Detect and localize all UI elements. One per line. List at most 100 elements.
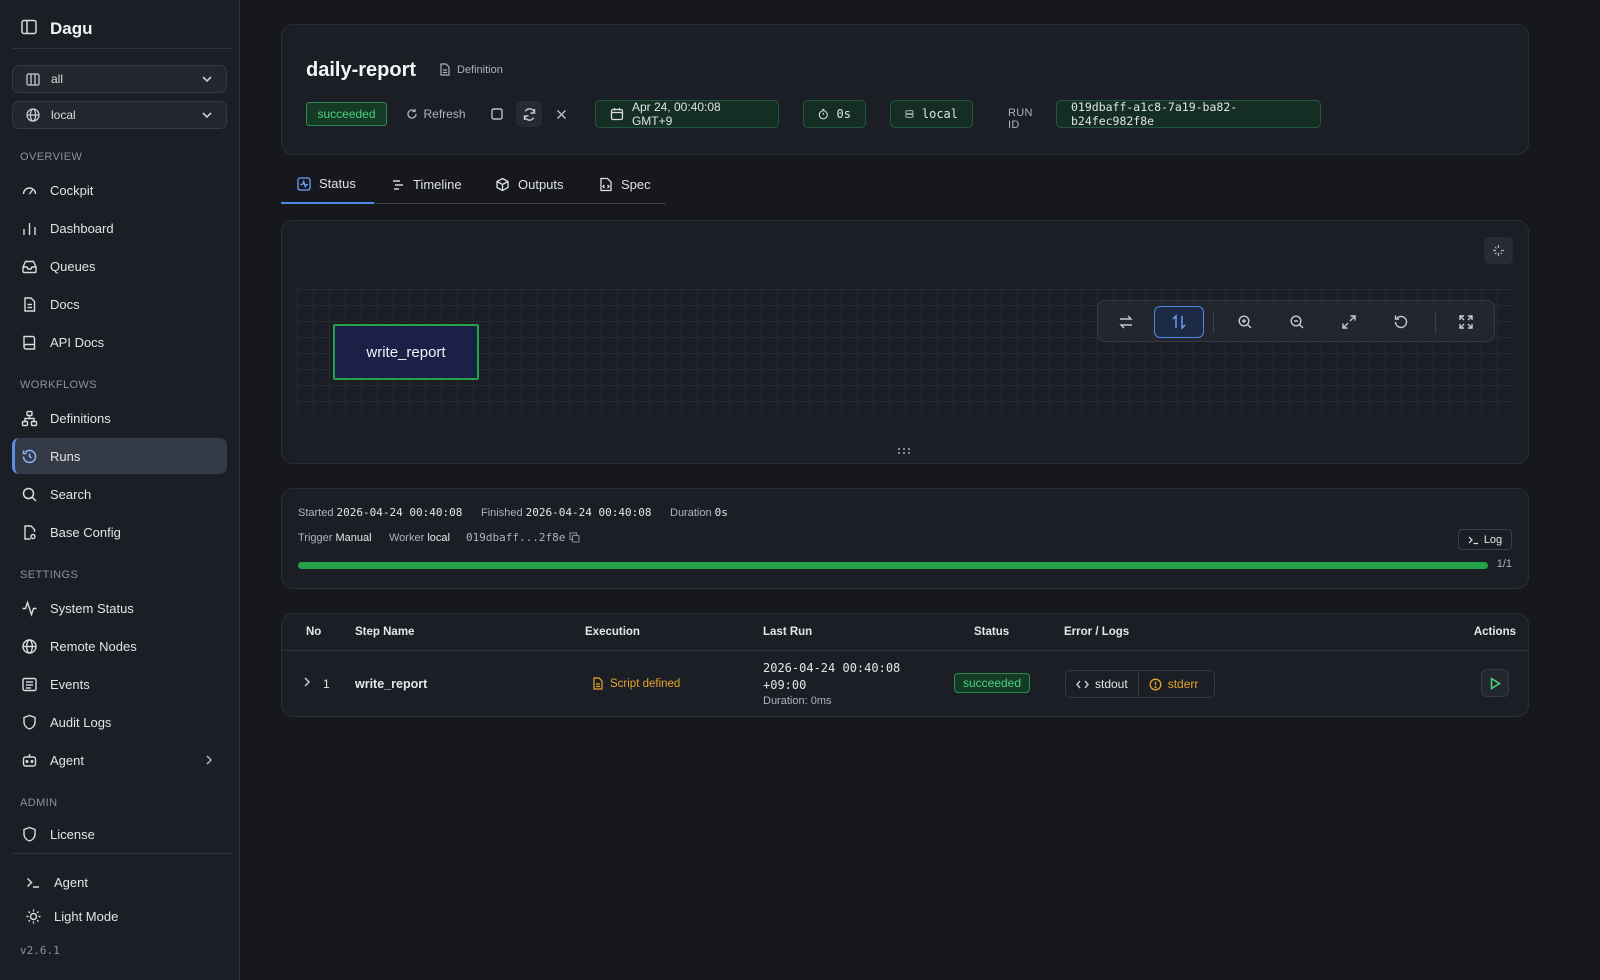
fullscreen-button[interactable] bbox=[1441, 306, 1491, 338]
progress-fill bbox=[298, 562, 1488, 569]
graph-node-write-report[interactable]: write_report bbox=[333, 324, 479, 380]
column-header: Step Name bbox=[355, 626, 415, 638]
footer-agent-button[interactable]: Agent bbox=[16, 864, 231, 900]
workspace-selector[interactable]: all bbox=[12, 65, 227, 93]
nav-item-base-config[interactable]: Base Config bbox=[12, 514, 227, 550]
package-icon bbox=[496, 177, 509, 192]
stdout-label: stdout bbox=[1095, 677, 1128, 691]
refresh-button[interactable]: Refresh bbox=[406, 100, 466, 128]
nav-label: Queues bbox=[50, 258, 96, 274]
stdout-button[interactable]: stdout bbox=[1066, 671, 1138, 697]
step-status-badge: succeeded bbox=[954, 673, 1030, 693]
last-run-line1: 2026-04-24 00:40:08 bbox=[763, 661, 901, 675]
copy-icon[interactable] bbox=[569, 532, 580, 543]
nav-item-events[interactable]: Events bbox=[12, 666, 227, 702]
terminal-icon bbox=[24, 873, 42, 891]
footer-agent-label: Agent bbox=[54, 874, 88, 890]
nav-item-agent[interactable]: Agent bbox=[12, 742, 227, 778]
nav-label: Dashboard bbox=[50, 220, 114, 236]
reset-view-button[interactable] bbox=[1376, 306, 1426, 338]
nav-item-search[interactable]: Search bbox=[12, 476, 227, 512]
progress-bar bbox=[298, 562, 1488, 569]
log-button[interactable]: Log bbox=[1458, 529, 1512, 550]
divider bbox=[12, 853, 232, 854]
execution-tag: Script defined bbox=[592, 677, 680, 690]
zoom-out-button[interactable] bbox=[1272, 306, 1322, 338]
toolbar-divider bbox=[1435, 311, 1436, 333]
run-step-button[interactable] bbox=[1481, 669, 1509, 697]
list-icon bbox=[20, 675, 38, 693]
chevron-right-icon bbox=[206, 755, 213, 765]
tab-label: Timeline bbox=[413, 177, 462, 192]
timeline-icon bbox=[393, 179, 403, 190]
run-tabs: Status Timeline Outputs Spec bbox=[281, 165, 666, 204]
tab-status[interactable]: Status bbox=[281, 165, 374, 204]
tab-spec[interactable]: Spec bbox=[599, 165, 651, 204]
step-duration-value: 0ms bbox=[810, 695, 832, 707]
stderr-button[interactable]: stderr bbox=[1137, 671, 1209, 697]
stop-button[interactable] bbox=[484, 101, 510, 127]
building-icon bbox=[26, 73, 40, 86]
nav-item-dashboard[interactable]: Dashboard bbox=[12, 210, 227, 246]
retry-button[interactable] bbox=[516, 101, 542, 127]
section-label-admin: ADMIN bbox=[20, 797, 58, 809]
square-icon bbox=[491, 108, 503, 120]
nav-item-remote-nodes[interactable]: Remote Nodes bbox=[12, 628, 227, 664]
horizontal-layout-button[interactable] bbox=[1101, 306, 1151, 338]
nav-item-api-docs[interactable]: API Docs bbox=[12, 324, 227, 360]
started-chip-value: Apr 24, 00:40:08 GMT+9 bbox=[631, 100, 721, 128]
expand-row-icon[interactable] bbox=[302, 676, 312, 691]
nav-label: Runs bbox=[50, 448, 81, 464]
theme-toggle-button[interactable]: Light Mode bbox=[16, 898, 231, 934]
expand-icon bbox=[1342, 315, 1356, 329]
column-header: Error / Logs bbox=[1064, 626, 1130, 638]
tab-label: Status bbox=[319, 176, 356, 191]
nav-item-docs[interactable]: Docs bbox=[12, 286, 227, 322]
steps-table: No Step Name Execution Last Run Status E… bbox=[281, 613, 1529, 717]
zoom-in-button[interactable] bbox=[1220, 306, 1270, 338]
sidebar-toggle-icon[interactable] bbox=[20, 18, 38, 39]
finished-label: Finished bbox=[481, 507, 523, 519]
run-id-value[interactable]: 019dbaff-a1c8-7a19-ba82-b24fec982f8e bbox=[1056, 100, 1321, 128]
definition-link[interactable]: Definition bbox=[439, 63, 503, 76]
nav-item-system-status[interactable]: System Status bbox=[12, 590, 227, 626]
timer-icon bbox=[818, 109, 828, 120]
nav-item-definitions[interactable]: Definitions bbox=[12, 400, 227, 436]
execution-label: Script defined bbox=[610, 677, 681, 690]
cancel-button[interactable] bbox=[548, 101, 574, 127]
search-icon bbox=[20, 485, 38, 503]
column-header: No bbox=[306, 626, 322, 638]
nav-item-cockpit[interactable]: Cockpit bbox=[12, 172, 227, 208]
bot-icon bbox=[20, 751, 38, 769]
nav-label: License bbox=[50, 826, 95, 842]
auto-layout-button[interactable] bbox=[1484, 237, 1513, 264]
zoom-in-icon bbox=[1238, 315, 1252, 329]
sparkle-icon bbox=[1493, 245, 1504, 256]
graph-toolbar bbox=[1097, 300, 1495, 342]
step-name: write_report bbox=[355, 677, 428, 691]
nav-label: System Status bbox=[50, 600, 134, 616]
node-selector[interactable]: local bbox=[12, 101, 227, 129]
status-badge: succeeded bbox=[306, 102, 387, 126]
nav-item-queues[interactable]: Queues bbox=[12, 248, 227, 284]
resize-handle-icon[interactable] bbox=[897, 443, 911, 458]
nav-item-license[interactable]: License bbox=[12, 816, 227, 852]
maximize-icon bbox=[1459, 315, 1473, 329]
fit-view-button[interactable] bbox=[1324, 306, 1374, 338]
tab-timeline[interactable]: Timeline bbox=[391, 165, 462, 204]
tab-outputs[interactable]: Outputs bbox=[495, 165, 564, 204]
nav-item-runs[interactable]: Runs bbox=[12, 438, 227, 474]
activity-icon bbox=[20, 599, 38, 617]
alert-circle-icon bbox=[1149, 678, 1162, 690]
started-field: Started 2026-04-24 00:40:08 bbox=[298, 506, 462, 519]
nav-label: Audit Logs bbox=[50, 714, 112, 730]
refresh-label: Refresh bbox=[423, 107, 466, 121]
nav-item-audit-logs[interactable]: Audit Logs bbox=[12, 704, 227, 740]
vertical-layout-button[interactable] bbox=[1154, 306, 1204, 338]
app-name: Dagu bbox=[50, 18, 93, 38]
sidebar: Dagu all local OVERVIEW Cockpit Dashboar… bbox=[0, 0, 240, 980]
script-file-icon bbox=[593, 677, 603, 690]
nav-label: Search bbox=[50, 486, 92, 502]
definition-link-label: Definition bbox=[457, 63, 503, 76]
worker-field: Worker local bbox=[389, 532, 450, 544]
